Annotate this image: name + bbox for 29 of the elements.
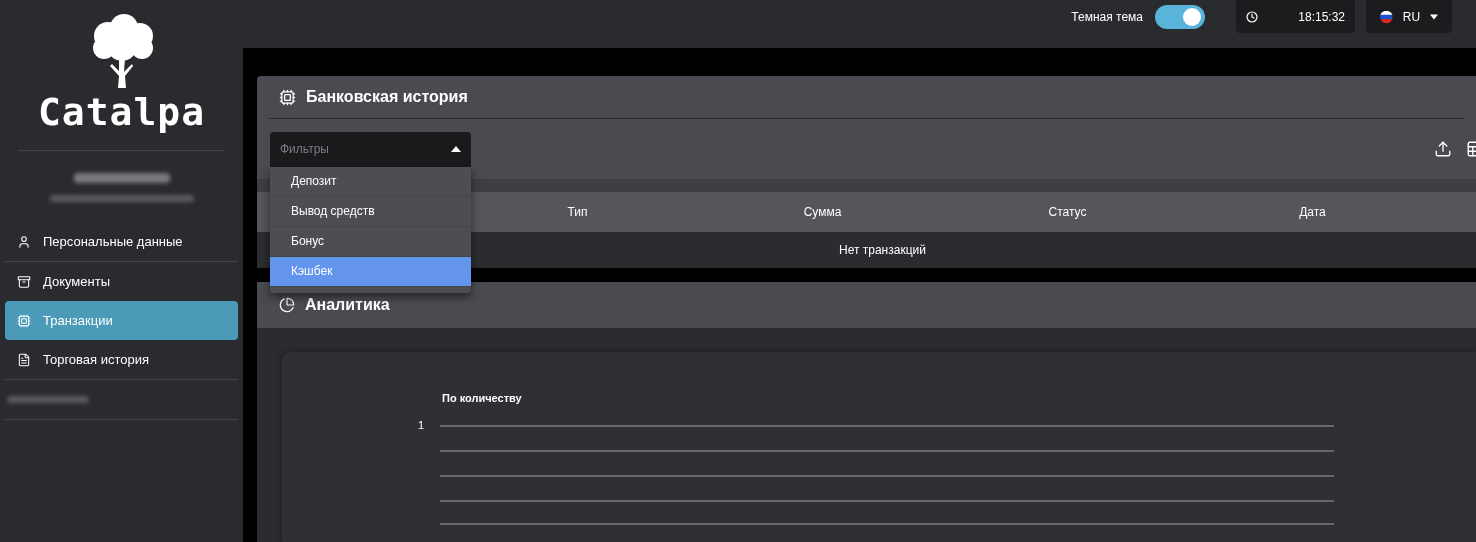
sidebar-item[interactable]: Документы [5, 262, 238, 301]
sidebar-item[interactable]: Персональные данные [5, 222, 238, 261]
theme-toggle[interactable] [1155, 4, 1205, 29]
chart-title: По количеству [442, 391, 523, 406]
filter-select[interactable]: Фильтры [270, 131, 471, 167]
pie-chart-icon [279, 297, 295, 313]
sidebar-item-icon [17, 274, 31, 289]
caret-up-icon [451, 146, 461, 152]
sidebar-item-icon [17, 313, 31, 328]
caret-down-icon [1430, 13, 1438, 20]
card-title: Аналитика [305, 295, 390, 315]
upload-icon[interactable] [1434, 140, 1452, 158]
language-select[interactable]: RU [1366, 0, 1452, 33]
sidebar-item-icon [17, 234, 31, 249]
flag-icon [1380, 8, 1393, 25]
column-header: Сумма [803, 204, 842, 221]
empty-table-message: Нет транзакций [839, 242, 926, 259]
column-header: Дата [1299, 204, 1326, 221]
axis-tick-label: 1 [418, 418, 426, 431]
column-header: Тип [567, 204, 588, 221]
theme-toggle-label: Темная тема [1071, 8, 1143, 26]
column-header: Статус [1048, 204, 1087, 221]
clock-icon [1246, 10, 1258, 23]
sidebar-item-icon [17, 352, 31, 367]
chip-icon [279, 88, 296, 106]
logo-text: Catalpa [37, 90, 206, 134]
card-title: Банковская история [306, 87, 468, 107]
sidebar-item[interactable]: Торговая история [5, 340, 238, 379]
clock-display: 18:15:32 [1236, 0, 1355, 33]
